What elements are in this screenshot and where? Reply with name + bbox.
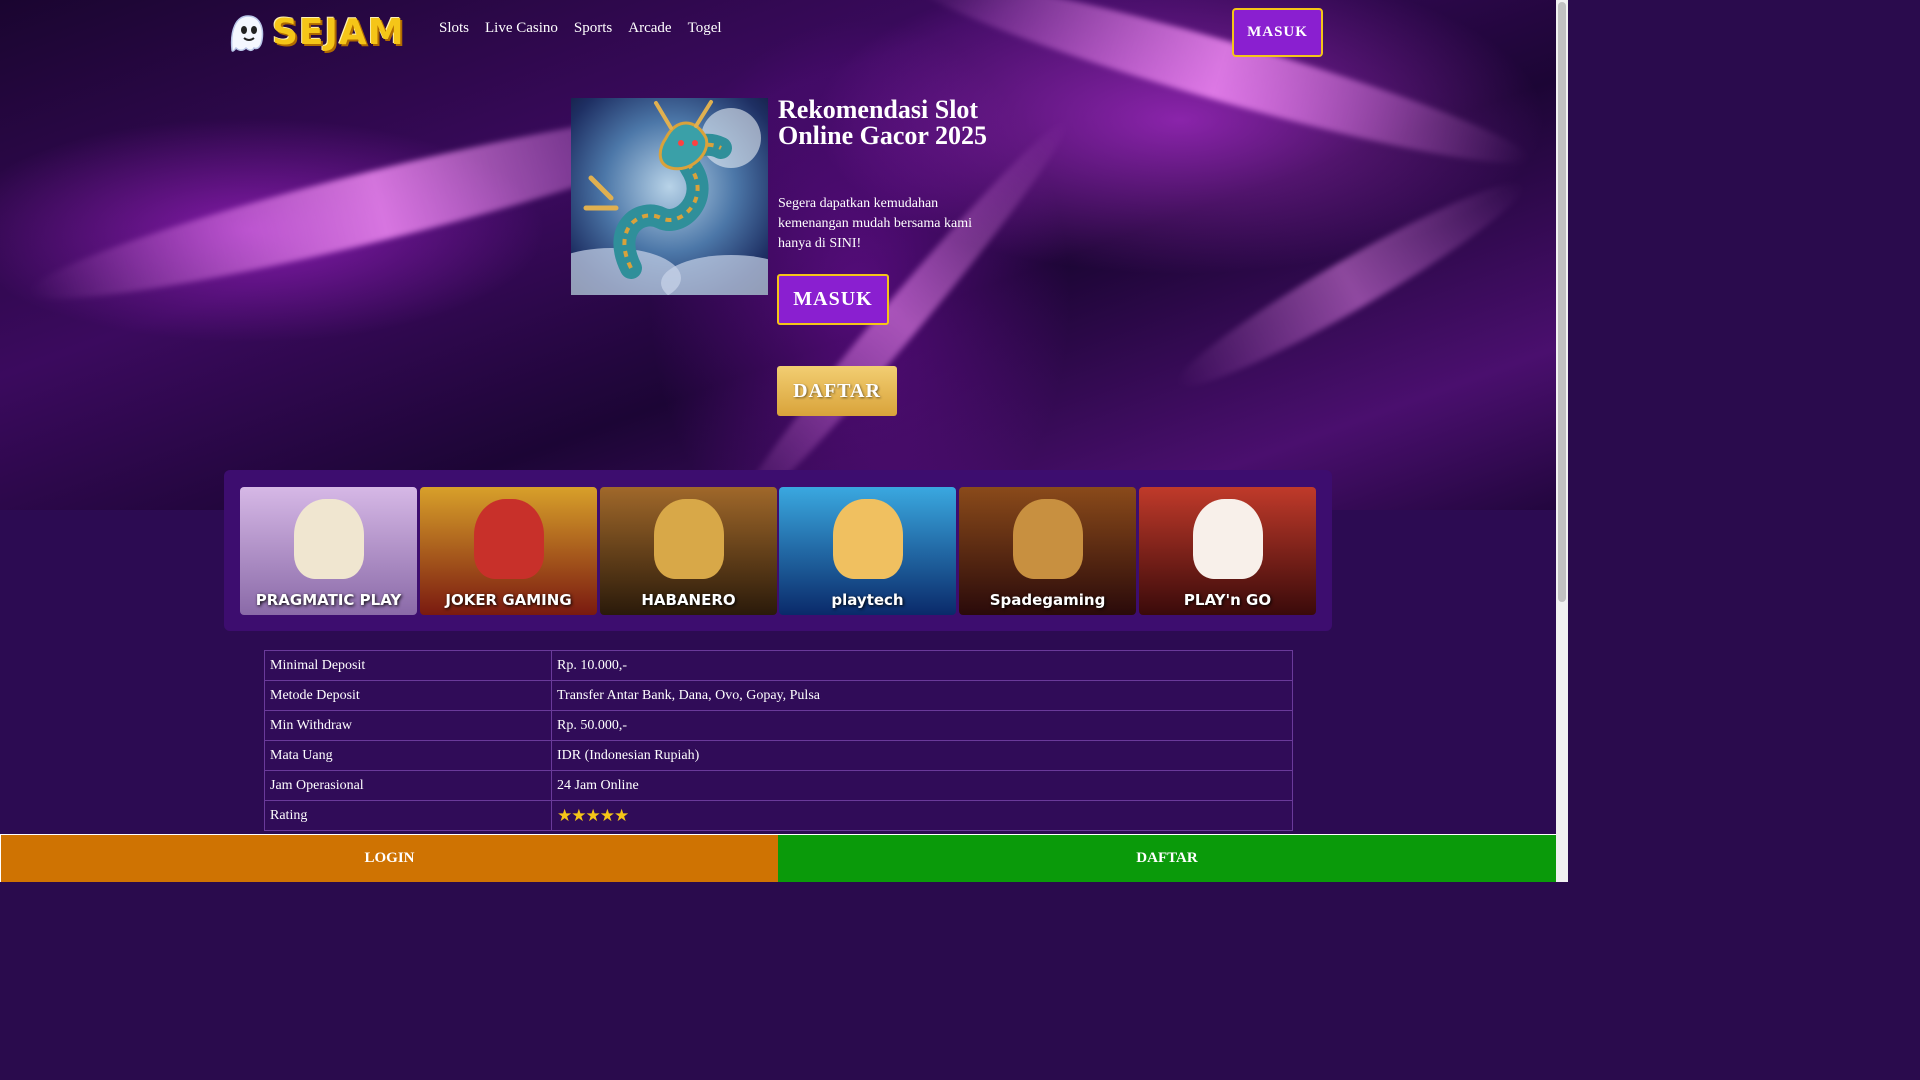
bottom-login-button[interactable]: LOGIN [0, 834, 778, 882]
site-header: SEJAM Slots Live Casino Sports Arcade To… [0, 0, 1556, 62]
header-masuk-button[interactable]: MASUK [1232, 8, 1323, 57]
page-scrollbar[interactable] [1556, 0, 1568, 882]
logo-text: SEJAM [272, 11, 405, 53]
table-key: Metode Deposit [264, 680, 552, 711]
provider-card-playtech[interactable]: playtech [779, 487, 956, 615]
table-value: IDR (Indonesian Rupiah) [551, 740, 1293, 771]
main-nav: Slots Live Casino Sports Arcade Togel [439, 20, 738, 37]
table-key: Minimal Deposit [264, 650, 552, 681]
provider-mascot [473, 499, 544, 579]
hero-daftar-button[interactable]: DAFTAR [777, 366, 897, 416]
rating-stars-icon: ★★★★★ [557, 805, 629, 825]
nav-item-sports[interactable]: Sports [574, 20, 612, 37]
info-table: Minimal Deposit Rp. 10.000,- Metode Depo… [264, 650, 1293, 831]
provider-name: playtech [831, 591, 904, 609]
dragon-banner-image [571, 98, 768, 295]
hero-title: Rekomendasi Slot Online Gacor 2025 [778, 95, 987, 150]
table-row: Metode Deposit Transfer Antar Bank, Dana… [264, 680, 1293, 711]
table-row: Jam Operasional 24 Jam Online [264, 770, 1293, 801]
provider-strip: PRAGMATIC PLAY JOKER GAMING HABANERO pla… [224, 470, 1332, 631]
table-key: Rating [264, 800, 552, 831]
hero-description: Segera dapatkan kemudahan kemenangan mud… [778, 196, 972, 251]
provider-card-pragmatic-play[interactable]: PRAGMATIC PLAY [240, 487, 417, 615]
provider-name: PLAY'n GO [1183, 591, 1272, 609]
table-row: Min Withdraw Rp. 50.000,- [264, 710, 1293, 741]
bottom-action-bar: LOGIN DAFTAR [0, 834, 1556, 882]
light-streak [1164, 163, 1536, 407]
nav-item-togel[interactable]: Togel [688, 20, 722, 37]
provider-name: JOKER GAMING [445, 591, 572, 609]
site-logo[interactable]: SEJAM [224, 8, 404, 56]
provider-mascot [832, 499, 903, 579]
table-key: Min Withdraw [264, 710, 552, 741]
hero-masuk-button[interactable]: MASUK [777, 274, 889, 325]
table-row: Rating ★★★★★ [264, 800, 1293, 831]
nav-item-slots[interactable]: Slots [439, 20, 469, 37]
nav-item-arcade[interactable]: Arcade [628, 20, 671, 37]
nav-item-live-casino[interactable]: Live Casino [485, 20, 558, 37]
provider-mascot [293, 499, 364, 579]
table-row: Minimal Deposit Rp. 10.000,- [264, 650, 1293, 681]
table-key: Mata Uang [264, 740, 552, 771]
table-value: Rp. 10.000,- [551, 650, 1293, 681]
provider-mascot [1012, 499, 1083, 579]
table-key: Jam Operasional [264, 770, 552, 801]
provider-mascot [653, 499, 724, 579]
hero-background [0, 0, 1556, 533]
light-streak [717, 107, 1083, 533]
table-value: Transfer Antar Bank, Dana, Ovo, Gopay, P… [551, 680, 1293, 711]
provider-card-joker-gaming[interactable]: JOKER GAMING [420, 487, 597, 615]
provider-name: PRAGMATIC PLAY [255, 591, 402, 609]
ghost-icon [224, 10, 268, 54]
scrollbar-thumb[interactable] [1558, 2, 1566, 602]
provider-card-spadegaming[interactable]: Spadegaming [959, 487, 1136, 615]
table-value: ★★★★★ [551, 800, 1293, 831]
provider-card-habanero[interactable]: HABANERO [600, 487, 777, 615]
provider-name: Spadegaming [989, 591, 1106, 609]
table-value: 24 Jam Online [551, 770, 1293, 801]
provider-mascot [1192, 499, 1263, 579]
provider-card-play-n-go[interactable]: PLAY'n GO [1139, 487, 1316, 615]
bottom-daftar-button[interactable]: DAFTAR [778, 834, 1556, 882]
provider-name: HABANERO [641, 591, 736, 609]
table-value: Rp. 50.000,- [551, 710, 1293, 741]
table-row: Mata Uang IDR (Indonesian Rupiah) [264, 740, 1293, 771]
